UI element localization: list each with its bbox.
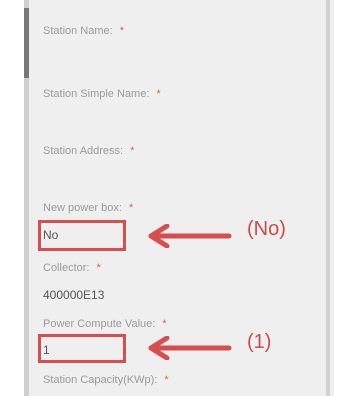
required-mark: * <box>96 262 101 274</box>
required-mark: * <box>119 25 125 37</box>
scrollbar-thumb[interactable] <box>24 8 29 78</box>
one-annotation: (1) <box>247 331 272 353</box>
power-compute-value-label-text: Power Compute Value: <box>43 318 156 330</box>
left-arrow-icon <box>148 224 232 248</box>
screen: Station Name: * Station Simple Name: * S… <box>0 0 345 396</box>
station-address-label: Station Address: * <box>43 145 134 157</box>
station-capacity-label-text: Station Capacity(KWp): <box>43 374 158 386</box>
station-name-label-text: Station Name: <box>43 25 113 37</box>
left-arrow-icon <box>148 336 232 360</box>
station-simple-name-label: Station Simple Name: * <box>43 88 161 100</box>
required-mark: * <box>164 374 169 386</box>
new-power-box-highlight <box>38 220 126 251</box>
new-power-box-label: New power box: * <box>43 202 133 214</box>
no-annotation: (No) <box>247 218 286 240</box>
power-compute-value-label: Power Compute Value: * <box>43 318 167 330</box>
station-address-label-text: Station Address: <box>43 145 124 157</box>
required-mark: * <box>162 318 167 330</box>
collector-value: 400000E13 <box>43 288 105 302</box>
right-scrollbar <box>326 0 330 396</box>
station-name-label: Station Name: * <box>43 25 124 37</box>
collector-label-text: Collector: <box>43 262 90 274</box>
required-mark: * <box>130 145 135 157</box>
required-mark: * <box>156 88 161 100</box>
station-capacity-label: Station Capacity(KWp): * <box>43 374 169 386</box>
required-mark: * <box>128 202 134 214</box>
collector-label: Collector: * <box>43 262 101 274</box>
station-simple-name-label-text: Station Simple Name: <box>43 88 150 100</box>
new-power-box-label-text: New power box: <box>43 202 122 214</box>
power-compute-value-highlight <box>38 334 126 363</box>
